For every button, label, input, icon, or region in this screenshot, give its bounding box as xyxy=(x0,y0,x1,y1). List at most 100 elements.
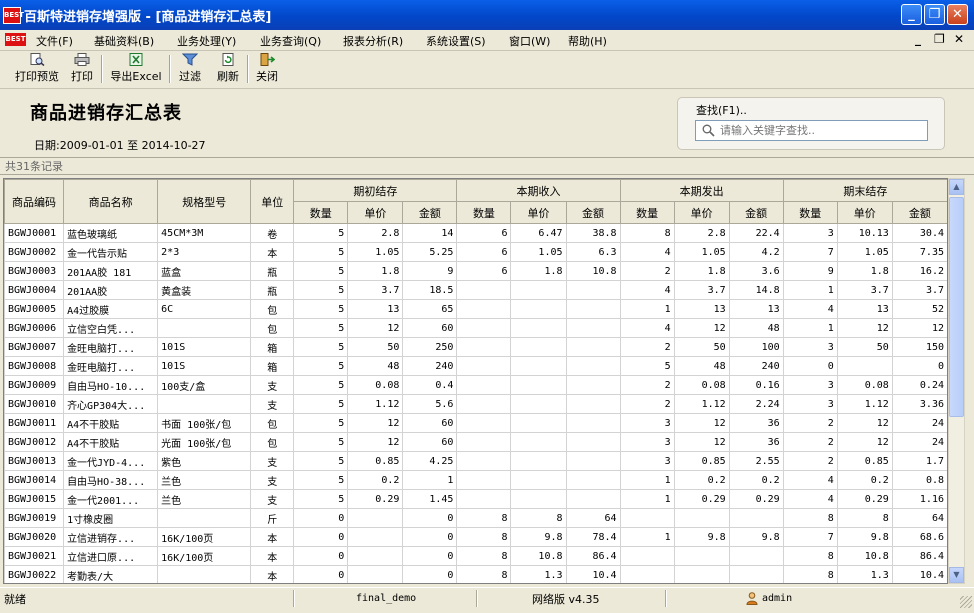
search-input[interactable] xyxy=(720,122,920,138)
col-header-income-qty[interactable]: 数量 xyxy=(456,201,512,224)
cell-closing-amount: 16.2 xyxy=(891,261,947,281)
cell-opening-amount: 5.6 xyxy=(402,394,458,414)
refresh-button[interactable]: 刷新 xyxy=(214,53,242,85)
mdi-restore-button[interactable]: ❐ xyxy=(934,32,945,46)
cell-unit: 本 xyxy=(250,546,295,566)
cell-issue-price: 12 xyxy=(673,318,730,338)
cell-code: BGWJ0013 xyxy=(4,451,65,471)
col-header-closing-qty[interactable]: 数量 xyxy=(782,201,838,224)
menu-basic-data[interactable]: 基础资料(B) xyxy=(94,33,154,49)
col-header-closing-price[interactable]: 单价 xyxy=(836,201,893,224)
cell-code: BGWJ0012 xyxy=(4,432,65,452)
col-header-code[interactable]: 商品编码 xyxy=(4,179,65,224)
menu-business[interactable]: 业务处理(Y) xyxy=(177,33,236,49)
col-header-closing-amount[interactable]: 金额 xyxy=(891,201,947,224)
table-row[interactable]: BGWJ0003 201AA胶 181 蓝盒瓶 5 1.8 9 6 1.8 10.8 2 1.8 3.… xyxy=(4,261,947,281)
cell-opening-price: 0.29 xyxy=(347,489,404,509)
table-row[interactable]: BGWJ0005 A4过胶膜 6C 包 5 13 65 1 13 13 4 13 52 xyxy=(4,299,947,319)
report-grid[interactable]: 商品编码 商品名称 规格型号 单位 期初结存 本期收入 本期发出 期末结存 数量… xyxy=(3,178,948,584)
menu-window[interactable]: 窗口(W) xyxy=(509,33,550,49)
col-header-opening-qty[interactable]: 数量 xyxy=(293,201,349,224)
print-preview-button[interactable]: 打印预览 xyxy=(12,53,62,85)
mdi-minimize-button[interactable]: _ xyxy=(915,32,921,46)
minimize-button[interactable]: _ xyxy=(901,4,922,25)
mdi-close-button[interactable]: ✕ xyxy=(954,32,964,46)
cell-closing-price: 1.8 xyxy=(836,261,893,281)
table-row[interactable]: BGWJ0008 金旺电脑打... 101S 箱 5 48 240 5 48 240 0 0 xyxy=(4,356,947,376)
cell-issue-amount: 4.2 xyxy=(728,242,784,262)
resize-grip[interactable] xyxy=(960,596,972,608)
cell-opening-amount: 0 xyxy=(402,527,458,547)
close-window-button[interactable]: ✕ xyxy=(947,4,968,25)
export-excel-button[interactable]: 导出Excel xyxy=(108,53,164,85)
scroll-up-button[interactable]: ▲ xyxy=(949,179,964,195)
cell-income-amount: 86.4 xyxy=(565,546,621,566)
cell-income-amount xyxy=(565,375,621,395)
cell-opening-price: 0.08 xyxy=(347,375,404,395)
cell-issue-price: 3.7 xyxy=(673,280,730,300)
table-row[interactable]: BGWJ0001 蓝色玻璃纸 45CM*3M 卷 5 2.8 14 6 6.47 38.8 8 2.8… xyxy=(4,223,947,243)
cell-issue-qty: 2 xyxy=(619,375,675,395)
cell-issue-amount xyxy=(728,565,784,583)
cell-opening-qty: 5 xyxy=(293,337,349,357)
table-row[interactable]: BGWJ0002 金一代告示贴 2*3 本 5 1.05 5.25 6 1.05 6.3 4 1.05… xyxy=(4,242,947,262)
cell-unit: 本 xyxy=(250,565,295,583)
table-row[interactable]: BGWJ0009 自由马HO-10... 100支/盒支 5 0.08 0.4 2 0.08 0… xyxy=(4,375,947,395)
toolbar-separator xyxy=(169,55,171,83)
scroll-down-button[interactable]: ▼ xyxy=(949,567,964,583)
table-row[interactable]: BGWJ0006 立信空白凭... 包 5 12 60 4 12 48 1 12 12 xyxy=(4,318,947,338)
cell-income-qty: 6 xyxy=(456,261,512,281)
table-row[interactable]: BGWJ0015 金一代2001... 兰色支 5 0.29 1.45 1 0.29 0.29 4… xyxy=(4,489,947,509)
col-header-name[interactable]: 商品名称 xyxy=(63,179,159,224)
table-row[interactable]: BGWJ0007 金旺电脑打... 101S 箱 5 50 250 2 50 100 3 50 150 xyxy=(4,337,947,357)
menu-file[interactable]: 文件(F) xyxy=(36,33,73,49)
cell-closing-price: 9.8 xyxy=(836,527,893,547)
cell-spec: 紫色 xyxy=(157,451,252,471)
cell-opening-price: 0.2 xyxy=(347,470,404,490)
filter-button[interactable]: 过滤 xyxy=(176,53,204,85)
col-header-opening-price[interactable]: 单价 xyxy=(347,201,404,224)
toolbar: 打印预览 打印 导出Excel 过滤 刷新 关闭 xyxy=(0,51,974,89)
close-report-button[interactable]: 关闭 xyxy=(253,53,281,85)
cell-unit: 支 xyxy=(250,451,295,471)
table-row[interactable]: BGWJ0014 自由马HO-38... 兰色支 5 0.2 1 1 0.2 0.2 4 0.2 0.… xyxy=(4,470,947,490)
cell-income-qty xyxy=(456,394,512,414)
menu-settings[interactable]: 系统设置(S) xyxy=(426,33,486,49)
vertical-scrollbar[interactable]: ▲ ▼ xyxy=(948,178,965,584)
cell-closing-amount: 7.35 xyxy=(891,242,947,262)
table-row[interactable]: BGWJ0022 考勤表/大本 0 0 8 1.3 10.4 8 1.3 10.4 xyxy=(4,565,947,583)
menu-help[interactable]: 帮助(H) xyxy=(568,33,607,49)
table-row[interactable]: BGWJ0013 金一代JYD-4... 紫色支 5 0.85 4.25 3 0.85 2.55… xyxy=(4,451,947,471)
search-field[interactable] xyxy=(695,120,928,141)
cell-spec: 45CM*3M xyxy=(157,223,252,243)
cell-opening-amount: 18.5 xyxy=(402,280,458,300)
cell-issue-amount: 36 xyxy=(728,413,784,433)
col-header-spec[interactable]: 规格型号 xyxy=(157,179,252,224)
cell-opening-amount: 0.4 xyxy=(402,375,458,395)
print-button[interactable]: 打印 xyxy=(68,53,96,85)
cell-opening-price: 0.85 xyxy=(347,451,404,471)
col-header-issue-qty[interactable]: 数量 xyxy=(619,201,675,224)
cell-issue-qty: 4 xyxy=(619,242,675,262)
col-header-issue-price[interactable]: 单价 xyxy=(673,201,730,224)
col-header-opening-amount[interactable]: 金额 xyxy=(402,201,458,224)
col-header-income-amount[interactable]: 金额 xyxy=(565,201,621,224)
table-row[interactable]: BGWJ0020 立信进销存... 16K/100页本 0 0 8 9.8 78.4 1 9.8 9… xyxy=(4,527,947,547)
window-title: 百斯特进销存增强版 - [商品进销存汇总表] xyxy=(24,10,272,25)
table-row[interactable]: BGWJ0012 A4不干胶贴 光面 100张/包包 5 12 60 3 12 36 2 12 24 xyxy=(4,432,947,452)
col-header-unit[interactable]: 单位 xyxy=(250,179,295,224)
menu-reports[interactable]: 报表分析(R) xyxy=(343,33,403,49)
scroll-thumb[interactable] xyxy=(949,197,964,417)
table-row[interactable]: BGWJ0010 齐心GP304大... 支 5 1.12 5.6 2 1.12 2.24 3 1.… xyxy=(4,394,947,414)
toolbar-separator xyxy=(247,55,249,83)
maximize-button[interactable]: ❐ xyxy=(924,4,945,25)
table-row[interactable]: BGWJ0019 1寸橡皮圈斤 0 0 8 8 64 8 8 64 xyxy=(4,508,947,528)
col-header-income-price[interactable]: 单价 xyxy=(510,201,567,224)
cell-spec: 蓝盒 xyxy=(157,261,252,281)
cell-income-price: 6.47 xyxy=(510,223,567,243)
table-row[interactable]: BGWJ0004 201AA胶 黄盒装瓶 5 3.7 18.5 4 3.7 14.8 1 3.7 3.… xyxy=(4,280,947,300)
menu-query[interactable]: 业务查询(Q) xyxy=(260,33,321,49)
table-row[interactable]: BGWJ0011 A4不干胶贴 书面 100张/包包 5 12 60 3 12 36 2 12 24 xyxy=(4,413,947,433)
col-header-issue-amount[interactable]: 金额 xyxy=(728,201,784,224)
table-row[interactable]: BGWJ0021 立信进口原... 16K/100页本 0 0 8 10.8 86.4 8 10.… xyxy=(4,546,947,566)
